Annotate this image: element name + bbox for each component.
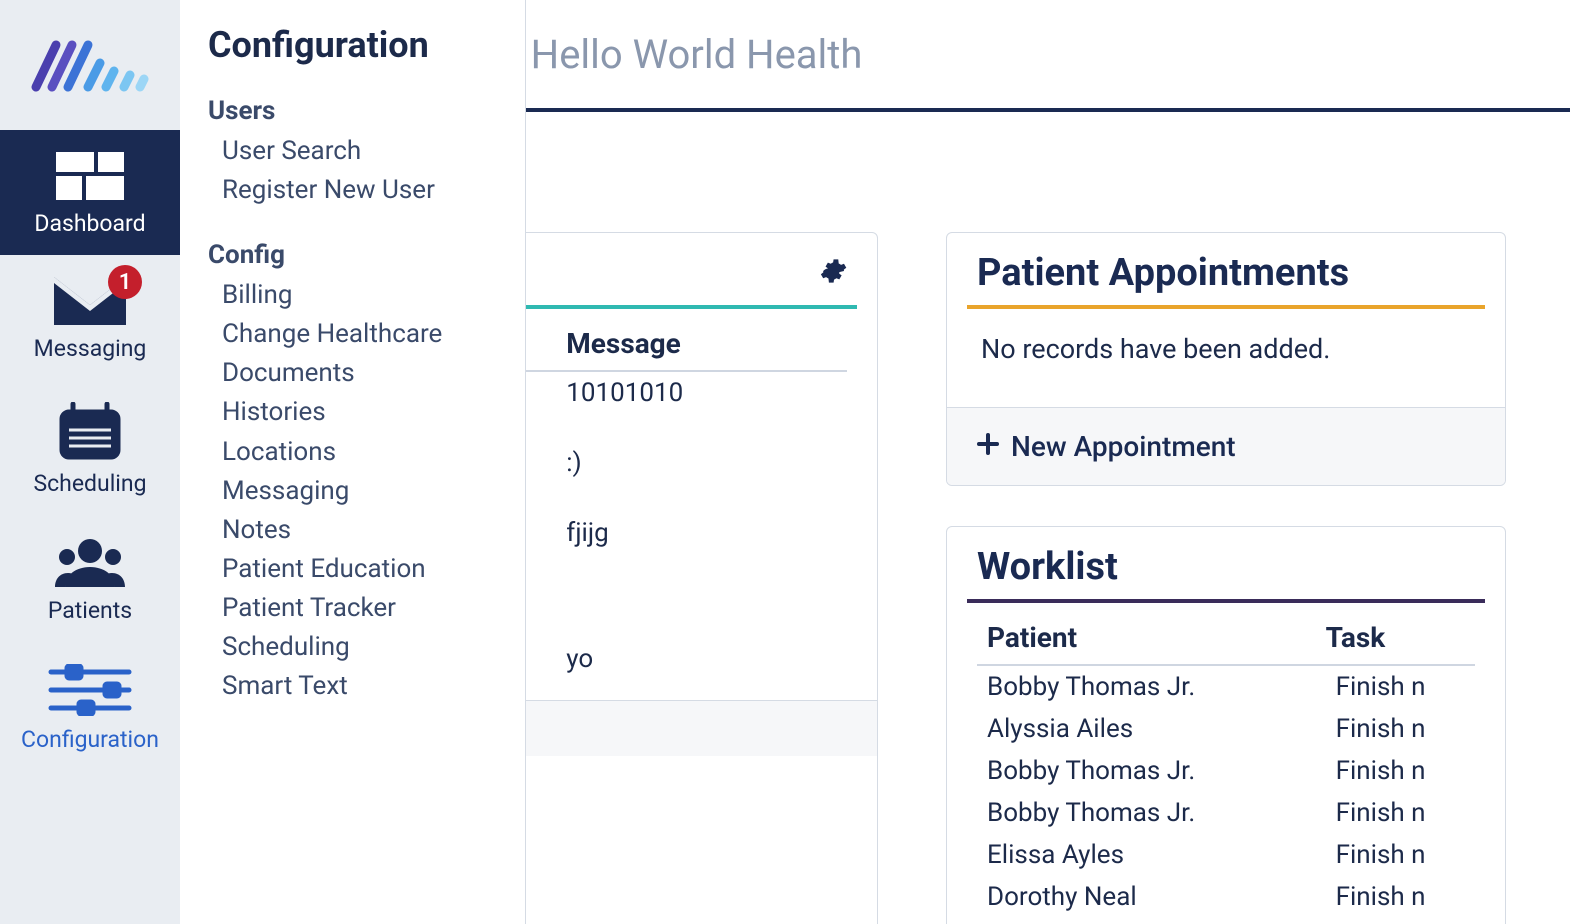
worklist-title: Worklist — [977, 545, 1118, 589]
appointments-panel: Patient Appointments No records have bee… — [946, 232, 1506, 486]
org-name: Hello World Health — [531, 31, 863, 78]
flyout-group-config: Config — [208, 240, 495, 270]
flyout-link-smart-text[interactable]: Smart Text — [208, 667, 495, 706]
appointments-empty-text: No records have been added. — [977, 319, 1475, 387]
flyout-title: Configuration — [208, 24, 495, 66]
rail-label: Patients — [48, 597, 132, 624]
flyout-group-users: Users — [208, 96, 495, 126]
messages-col2-header: Message — [556, 319, 847, 371]
worklist-panel: Worklist Patient Task — [946, 526, 1506, 924]
table-row[interactable]: Elissa Ayles Finish n — [977, 834, 1475, 876]
table-row[interactable]: Bobby Thomas Jr. Finish n — [977, 750, 1475, 792]
calendar-icon — [59, 402, 121, 460]
appointments-title: Patient Appointments — [977, 251, 1349, 295]
worklist-col-patient: Patient — [977, 613, 1326, 665]
plus-icon — [977, 433, 999, 461]
flyout-link-documents[interactable]: Documents — [208, 354, 495, 393]
table-row[interactable]: Alyssia Ailes Finish n — [977, 708, 1475, 750]
rail-item-messaging[interactable]: 1 Messaging — [0, 255, 180, 380]
rail-item-scheduling[interactable]: Scheduling — [0, 380, 180, 515]
worklist-body: Patient Task Bobby Thomas Jr. Finish n A… — [947, 603, 1505, 924]
rail-label: Messaging — [34, 335, 147, 362]
flyout-link-billing[interactable]: Billing — [208, 276, 495, 315]
gear-icon[interactable] — [819, 257, 847, 289]
right-column: Patient Appointments No records have bee… — [946, 232, 1506, 924]
nav-rail: Dashboard 1 Messaging Scheduling — [0, 0, 180, 924]
worklist-header: Worklist — [947, 527, 1505, 599]
flyout-link-change-healthcare[interactable]: Change Healthcare — [208, 315, 495, 354]
rail-label: Scheduling — [33, 470, 146, 497]
logo-icon — [30, 37, 150, 93]
users-icon — [55, 537, 125, 587]
appointments-body: No records have been added. — [947, 309, 1505, 407]
app-logo — [0, 0, 180, 130]
dashboard-icon — [56, 152, 124, 200]
rail-item-configuration[interactable]: Configuration — [0, 642, 180, 771]
flyout-link-register-new-user[interactable]: Register New User — [208, 171, 495, 210]
flyout-link-patient-tracker[interactable]: Patient Tracker — [208, 589, 495, 628]
sliders-icon — [47, 664, 133, 716]
worklist-table: Patient Task Bobby Thomas Jr. Finish n A… — [977, 613, 1475, 918]
configuration-flyout: Configuration Users User Search Register… — [180, 0, 526, 924]
flyout-link-notes[interactable]: Notes — [208, 511, 495, 550]
worklist-col-task: Task — [1326, 613, 1475, 665]
rail-item-patients[interactable]: Patients — [0, 515, 180, 642]
rail-label: Configuration — [21, 726, 159, 753]
flyout-link-scheduling[interactable]: Scheduling — [208, 628, 495, 667]
new-appointment-label: New Appointment — [1011, 430, 1236, 463]
appointments-header: Patient Appointments — [947, 233, 1505, 305]
messaging-badge: 1 — [108, 265, 142, 299]
flyout-link-user-search[interactable]: User Search — [208, 132, 495, 171]
table-row[interactable]: Bobby Thomas Jr. Finish n — [977, 665, 1475, 708]
rail-item-dashboard[interactable]: Dashboard — [0, 130, 180, 255]
flyout-link-patient-education[interactable]: Patient Education — [208, 550, 495, 589]
flyout-link-messaging[interactable]: Messaging — [208, 472, 495, 511]
rail-label: Dashboard — [34, 210, 145, 237]
new-appointment-button[interactable]: New Appointment — [947, 407, 1505, 485]
flyout-link-histories[interactable]: Histories — [208, 393, 495, 432]
flyout-link-locations[interactable]: Locations — [208, 433, 495, 472]
table-row[interactable]: Bobby Thomas Jr. Finish n — [977, 792, 1475, 834]
table-row[interactable]: Dorothy Neal Finish n — [977, 876, 1475, 918]
